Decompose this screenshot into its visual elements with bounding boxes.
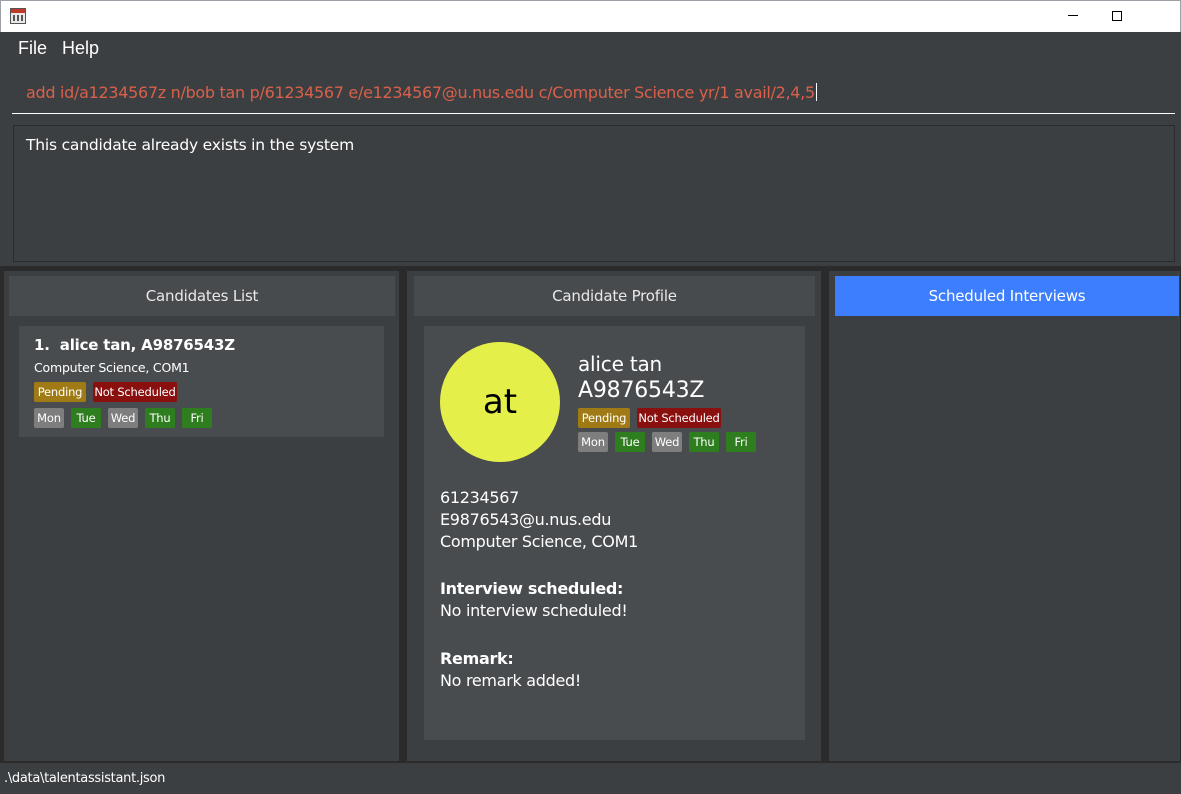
- candidate-profile-header[interactable]: Candidate Profile: [414, 276, 815, 316]
- profile-day-wed: Wed: [652, 432, 682, 452]
- interview-value: No interview scheduled!: [440, 601, 628, 620]
- day-badge-fri: Fri: [182, 408, 212, 428]
- menu-bar: [0, 32, 1181, 66]
- close-button[interactable]: ✕: [1139, 0, 1181, 31]
- maximize-button[interactable]: [1094, 0, 1140, 31]
- close-icon: ✕: [1154, 4, 1170, 26]
- profile-interview-badge: Not Scheduled: [637, 408, 721, 428]
- list-item-title: 1. alice tan, A9876543Z: [34, 336, 235, 354]
- maximize-icon: [1112, 10, 1122, 21]
- profile-email: E9876543@u.nus.edu: [440, 510, 612, 529]
- avatar: at: [440, 342, 560, 462]
- profile-day-tue: Tue: [615, 432, 645, 452]
- interview-status-badge: Not Scheduled: [93, 382, 177, 402]
- profile-day-mon: Mon: [578, 432, 608, 452]
- candidates-list-header[interactable]: Candidates List: [9, 276, 395, 316]
- profile-course: Computer Science, COM1: [440, 532, 638, 551]
- minimize-icon: [1068, 15, 1078, 16]
- text-caret: [815, 83, 817, 101]
- status-bar: [0, 762, 1181, 794]
- day-badge-tue: Tue: [71, 408, 101, 428]
- profile-name: alice tan: [578, 352, 663, 376]
- result-message: This candidate already exists in the sys…: [26, 136, 355, 154]
- minimize-button[interactable]: [1050, 0, 1096, 31]
- day-badge-wed: Wed: [108, 408, 138, 428]
- day-badge-mon: Mon: [34, 408, 64, 428]
- status-badge: Pending: [34, 382, 86, 402]
- remark-heading: Remark:: [440, 649, 514, 668]
- interview-heading: Interview scheduled:: [440, 579, 624, 598]
- window-title: TAlent Assistant™: [31, 7, 129, 21]
- scheduled-interviews-panel: Scheduled Interviews: [828, 270, 1181, 762]
- profile-status-badge: Pending: [578, 408, 630, 428]
- profile-day-thu: Thu: [689, 432, 719, 452]
- status-bar-path: .\data\talentassistant.json: [4, 771, 166, 786]
- menu-file[interactable]: File: [18, 38, 47, 59]
- title-bar: [0, 0, 1181, 32]
- profile-phone: 61234567: [440, 488, 520, 507]
- app-icon: [10, 8, 26, 24]
- scheduled-interviews-header[interactable]: Scheduled Interviews: [835, 276, 1179, 316]
- list-item-course: Computer Science, COM1: [34, 360, 190, 375]
- remark-value: No remark added!: [440, 671, 581, 690]
- command-input-text[interactable]: add id/a1234567z n/bob tan p/61234567 e/…: [26, 83, 817, 102]
- profile-id: A9876543Z: [578, 378, 705, 403]
- day-badge-thu: Thu: [145, 408, 175, 428]
- menu-help[interactable]: Help: [62, 38, 99, 59]
- profile-day-fri: Fri: [726, 432, 756, 452]
